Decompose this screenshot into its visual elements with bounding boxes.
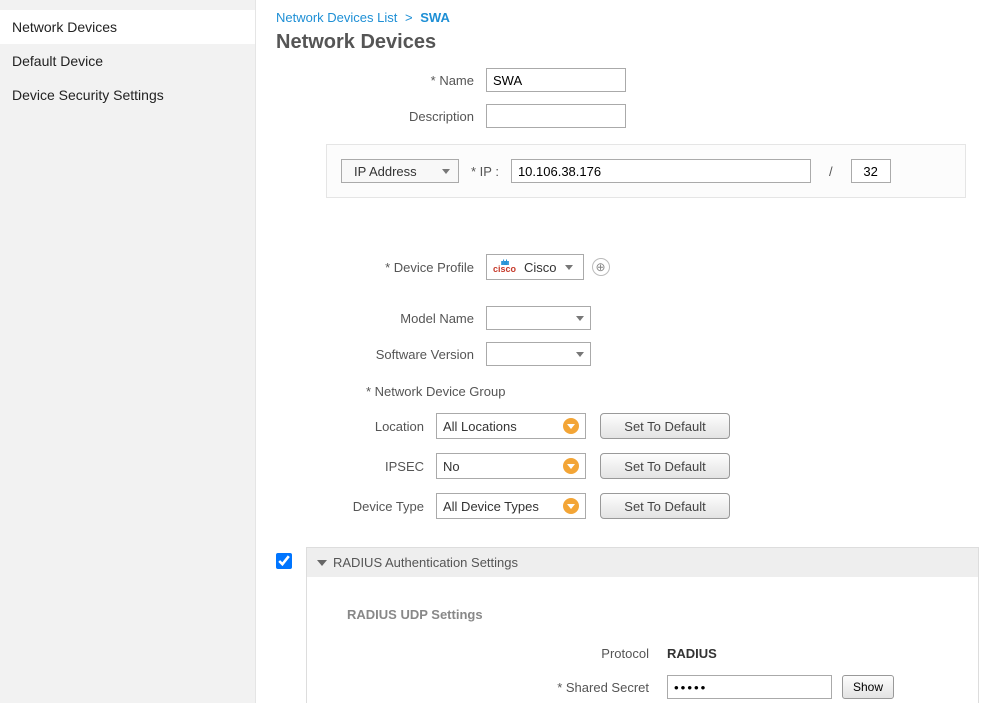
location-value: All Locations	[443, 419, 517, 434]
sidebar-item-network-devices[interactable]: Network Devices	[0, 10, 255, 44]
software-version-label: Software Version	[276, 347, 486, 362]
software-version-row: Software Version	[276, 342, 979, 366]
device-profile-row: Device Profile ıılıılııcisco Cisco ⊕	[276, 254, 979, 280]
chevron-down-icon	[565, 265, 573, 270]
ipsec-value: No	[443, 459, 460, 474]
sidebar-item-label: Default Device	[12, 53, 103, 69]
protocol-row: Protocol RADIUS	[347, 646, 958, 661]
device-type-default-button[interactable]: Set To Default	[600, 493, 730, 519]
breadcrumb-current: SWA	[420, 10, 450, 25]
location-row: Location All Locations Set To Default	[276, 413, 979, 439]
device-profile-select[interactable]: ıılıılııcisco Cisco	[486, 254, 584, 280]
device-profile-label: Device Profile	[276, 260, 486, 275]
show-secret-button[interactable]: Show	[842, 675, 894, 699]
breadcrumb-list-link[interactable]: Network Devices List	[276, 10, 397, 25]
description-row: Description	[276, 104, 979, 128]
breadcrumb-separator: >	[401, 10, 417, 25]
radius-header[interactable]: RADIUS Authentication Settings	[307, 548, 978, 577]
shared-secret-label: * Shared Secret	[347, 680, 667, 695]
mask-slash: /	[823, 164, 839, 179]
shared-secret-input[interactable]	[667, 675, 832, 699]
name-label: Name	[276, 73, 486, 88]
name-input[interactable]	[486, 68, 626, 92]
sidebar-item-default-device[interactable]: Default Device	[0, 44, 255, 78]
triangle-down-icon	[317, 560, 327, 566]
model-name-row: Model Name	[276, 306, 979, 330]
breadcrumb: Network Devices List > SWA	[276, 10, 979, 25]
location-default-button[interactable]: Set To Default	[600, 413, 730, 439]
chevron-down-icon	[563, 498, 579, 514]
description-label: Description	[276, 109, 486, 124]
sidebar-item-device-security-settings[interactable]: Device Security Settings	[0, 78, 255, 112]
ip-address-box: IP Address * IP : /	[326, 144, 966, 198]
radius-section: RADIUS Authentication Settings RADIUS UD…	[276, 547, 979, 703]
chevron-down-icon	[563, 418, 579, 434]
ip-type-select[interactable]: IP Address	[341, 159, 459, 183]
shared-secret-row: * Shared Secret Show	[347, 675, 958, 699]
page-title: Network Devices	[276, 31, 979, 54]
device-profile-value: Cisco	[524, 260, 557, 275]
ipsec-row: IPSEC No Set To Default	[276, 453, 979, 479]
radius-body: RADIUS UDP Settings Protocol RADIUS * Sh…	[307, 577, 978, 703]
ip-type-label: IP Address	[348, 164, 417, 179]
protocol-label: Protocol	[347, 646, 667, 661]
description-input[interactable]	[486, 104, 626, 128]
radius-sub-heading: RADIUS UDP Settings	[347, 607, 958, 622]
sidebar-item-label: Device Security Settings	[12, 87, 164, 103]
device-type-value: All Device Types	[443, 499, 539, 514]
ip-field-label: * IP :	[471, 164, 499, 179]
ip-input[interactable]	[511, 159, 811, 183]
model-name-label: Model Name	[276, 311, 486, 326]
device-type-label: Device Type	[276, 499, 436, 514]
chevron-down-icon	[442, 169, 450, 174]
ipsec-label: IPSEC	[276, 459, 436, 474]
mask-input[interactable]	[851, 159, 891, 183]
chevron-down-icon	[563, 458, 579, 474]
main-content: Network Devices List > SWA Network Devic…	[256, 0, 999, 703]
globe-icon[interactable]: ⊕	[592, 258, 610, 276]
location-select[interactable]: All Locations	[436, 413, 586, 439]
radius-panel: RADIUS Authentication Settings RADIUS UD…	[306, 547, 979, 703]
model-name-select[interactable]	[486, 306, 591, 330]
ipsec-default-button[interactable]: Set To Default	[600, 453, 730, 479]
chevron-down-icon	[576, 352, 584, 357]
chevron-down-icon	[576, 316, 584, 321]
radius-enable-checkbox[interactable]	[276, 553, 292, 569]
ipsec-select[interactable]: No	[436, 453, 586, 479]
device-type-row: Device Type All Device Types Set To Defa…	[276, 493, 979, 519]
sidebar: Network Devices Default Device Device Se…	[0, 0, 256, 703]
cisco-logo-icon: ıılıılııcisco	[493, 261, 516, 274]
location-label: Location	[276, 419, 436, 434]
software-version-select[interactable]	[486, 342, 591, 366]
device-type-select[interactable]: All Device Types	[436, 493, 586, 519]
protocol-value: RADIUS	[667, 646, 717, 661]
sidebar-item-label: Network Devices	[12, 19, 117, 35]
ndg-section-label: * Network Device Group	[366, 384, 979, 399]
name-row: Name	[276, 68, 979, 92]
radius-header-label: RADIUS Authentication Settings	[333, 555, 518, 570]
